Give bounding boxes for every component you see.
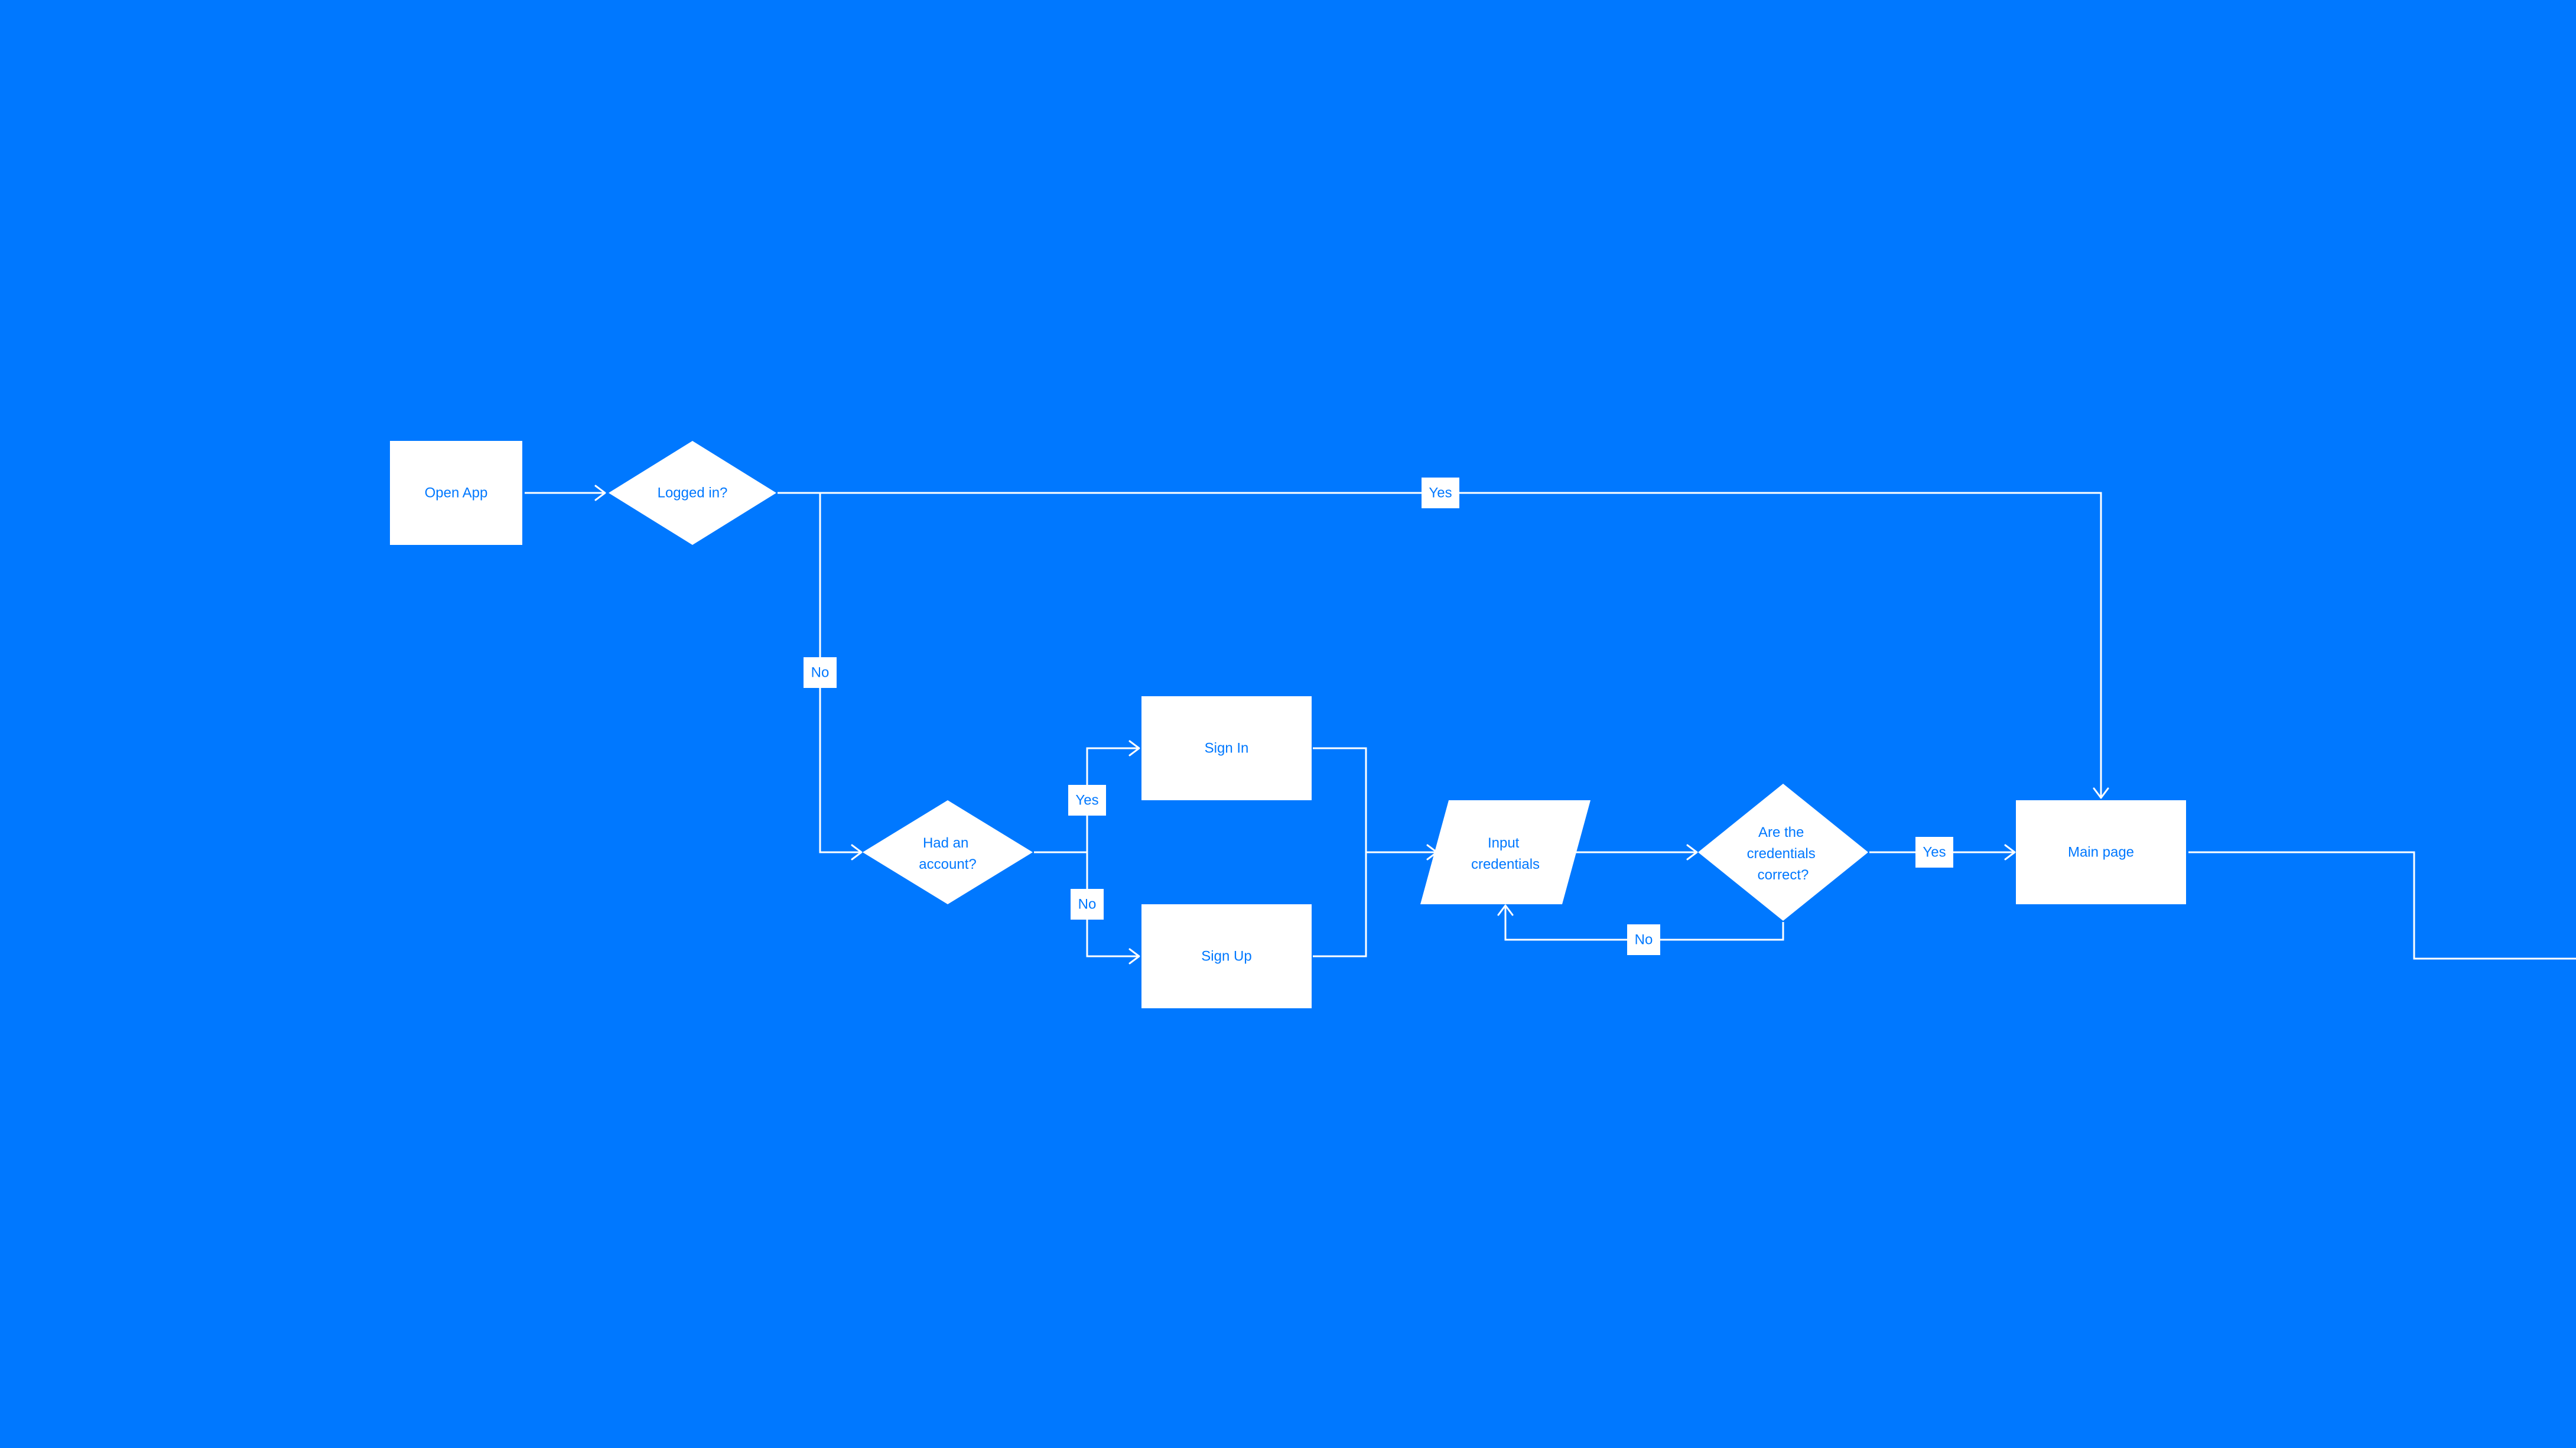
edge-main-page-out	[2188, 851, 2576, 960]
edge-logged-in-yes-to-main-page	[778, 492, 2102, 797]
had-account-decision[interactable]: Had an account?	[863, 800, 1033, 904]
input-credentials-node[interactable]: Input credentials	[1420, 800, 1591, 904]
had-account-line-2: account?	[919, 856, 976, 872]
credentials-correct-line-1: Are the	[1758, 824, 1804, 840]
had-account-line-1: Had an	[923, 835, 968, 851]
logged-in-label: Logged in?	[658, 485, 728, 501]
main-page-node[interactable]: Main page	[2016, 800, 2186, 904]
edge-label-had-account-yes: Yes	[1068, 785, 1106, 816]
logged-in-decision[interactable]: Logged in?	[609, 441, 776, 545]
sign-in-node[interactable]: Sign In	[1141, 696, 1312, 800]
sign-up-label: Sign Up	[1201, 948, 1251, 964]
open-app-label: Open App	[425, 485, 488, 501]
edge-label-text: No	[811, 664, 830, 680]
edge-sign-in-merge	[1313, 747, 1367, 957]
credentials-correct-line-2: credentials	[1747, 846, 1816, 862]
decision-diamond	[863, 800, 1033, 904]
input-parallelogram	[1420, 800, 1591, 904]
flowchart-canvas: Open App Logged in? Had an account? Sign…	[390, 441, 2576, 1008]
edge-label-logged-in-no: No	[804, 657, 837, 688]
edge-label-credentials-yes: Yes	[1915, 837, 1953, 868]
input-credentials-line-1: Input	[1488, 835, 1520, 851]
edge-label-text: Yes	[1075, 792, 1098, 808]
edge-label-text: Yes	[1923, 844, 1946, 860]
edge-label-text: Yes	[1429, 485, 1452, 501]
edge-label-text: No	[1078, 896, 1097, 912]
edge-label-credentials-no: No	[1627, 924, 1660, 955]
credentials-correct-line-3: correct?	[1758, 867, 1809, 883]
edge-label-had-account-no: No	[1071, 889, 1104, 920]
sign-in-label: Sign In	[1205, 740, 1249, 756]
input-credentials-line-2: credentials	[1471, 856, 1540, 872]
main-page-label: Main page	[2068, 844, 2134, 860]
edge-label-logged-in-yes: Yes	[1422, 478, 1459, 508]
sign-up-node[interactable]: Sign Up	[1141, 904, 1312, 1008]
credentials-correct-decision[interactable]: Are the credentials correct?	[1698, 784, 1868, 921]
open-app-node[interactable]: Open App	[390, 441, 522, 545]
edge-label-text: No	[1635, 931, 1653, 947]
